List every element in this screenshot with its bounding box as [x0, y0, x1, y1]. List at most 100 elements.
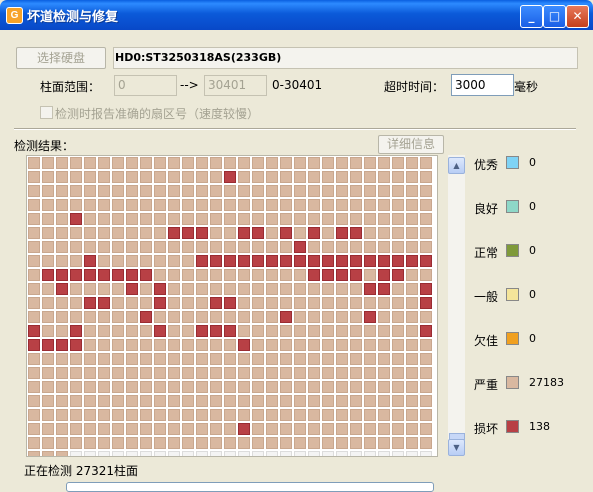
cylinder-cell-severe — [168, 157, 180, 169]
cylinder-cell-severe — [98, 311, 110, 323]
cylinder-cell-severe — [224, 185, 236, 197]
cylinder-from-input[interactable]: 0 — [114, 75, 177, 96]
cylinder-cell-severe — [154, 423, 166, 435]
cylinder-cell-severe — [266, 311, 278, 323]
cylinder-cell-pending — [280, 451, 292, 456]
cylinder-cell-bad — [70, 269, 82, 281]
timeout-label: 超时时间： — [384, 80, 445, 94]
cylinder-cell-bad — [196, 325, 208, 337]
cylinder-cell-pending — [154, 451, 166, 456]
cylinder-cell-severe — [112, 437, 124, 449]
scroll-down-button[interactable]: ▼ — [448, 439, 465, 456]
legend-swatch — [506, 376, 519, 389]
cylinder-cell-severe — [154, 409, 166, 421]
cylinder-cell-severe — [28, 199, 40, 211]
maximize-button[interactable]: □ — [543, 5, 566, 28]
cylinder-cell-severe — [392, 367, 404, 379]
cylinder-cell-severe — [378, 353, 390, 365]
cylinder-cell-severe — [182, 381, 194, 393]
cylinder-cell-severe — [266, 381, 278, 393]
cylinder-cell-severe — [42, 423, 54, 435]
cylinder-cell-severe — [224, 367, 236, 379]
cylinder-cell-severe — [266, 213, 278, 225]
cylinder-cell-severe — [70, 227, 82, 239]
cylinder-cell-severe — [252, 381, 264, 393]
cylinder-cell-severe — [294, 339, 306, 351]
legend-count: 0 — [529, 244, 536, 257]
legend-count: 0 — [529, 288, 536, 301]
cylinder-cell-severe — [406, 367, 418, 379]
cylinder-cell-severe — [364, 339, 376, 351]
cylinder-cell-severe — [70, 353, 82, 365]
cylinder-cell-severe — [182, 423, 194, 435]
divider — [14, 128, 576, 130]
cylinder-cell-severe — [364, 185, 376, 197]
cylinder-cell-severe — [196, 353, 208, 365]
cylinder-cell-severe — [56, 325, 68, 337]
cylinder-cell-pending — [336, 451, 348, 456]
cylinder-cell-severe — [252, 353, 264, 365]
cylinder-cell-severe — [224, 423, 236, 435]
cylinder-cell-severe — [42, 157, 54, 169]
cylinder-cell-severe — [336, 395, 348, 407]
select-disk-button[interactable]: 选择硬盘 — [16, 47, 106, 69]
cylinder-cell-severe — [266, 269, 278, 281]
cylinder-cell-severe — [98, 409, 110, 421]
cylinder-cell-bad — [140, 311, 152, 323]
cylinder-cell-severe — [154, 185, 166, 197]
cylinder-cell-bad — [224, 255, 236, 267]
cylinder-cell-severe — [210, 423, 222, 435]
scroll-up-button[interactable]: ▲ — [448, 157, 465, 174]
cylinder-cell-severe — [378, 213, 390, 225]
cylinder-cell-severe — [294, 171, 306, 183]
cylinder-cell-severe — [84, 395, 96, 407]
cylinder-cell-severe — [294, 437, 306, 449]
cylinder-cell-severe — [112, 339, 124, 351]
cylinder-cell-severe — [392, 339, 404, 351]
cylinder-cell-severe — [280, 339, 292, 351]
cylinder-cell-severe — [196, 395, 208, 407]
cylinder-cell-severe — [392, 157, 404, 169]
cylinder-cell-severe — [280, 241, 292, 253]
progress-bar — [66, 482, 434, 492]
cylinder-cell-severe — [336, 297, 348, 309]
cylinder-cell-severe — [182, 339, 194, 351]
cylinder-cell-severe — [294, 395, 306, 407]
cylinder-cell-severe — [224, 283, 236, 295]
grid-scrollbar[interactable]: ▲ ▼ — [448, 155, 465, 456]
cylinder-cell-bad — [350, 269, 362, 281]
cylinder-cell-severe — [392, 395, 404, 407]
cylinder-cell-severe — [308, 199, 320, 211]
detail-info-button[interactable]: 详细信息 — [378, 135, 444, 154]
cylinder-to-input[interactable]: 30401 — [204, 75, 267, 96]
cylinder-cell-severe — [98, 381, 110, 393]
cylinder-cell-severe — [406, 311, 418, 323]
report-sector-checkbox[interactable] — [40, 106, 53, 119]
cylinder-cell-severe — [238, 381, 250, 393]
timeout-input[interactable]: 3000 — [451, 74, 514, 96]
cylinder-cell-severe — [112, 185, 124, 197]
cylinder-cell-severe — [98, 241, 110, 253]
cylinder-cell-bad — [210, 255, 222, 267]
cylinder-cell-severe — [238, 437, 250, 449]
cylinder-cell-severe — [280, 353, 292, 365]
close-button[interactable]: ✕ — [566, 5, 589, 28]
cylinder-cell-severe — [238, 213, 250, 225]
cylinder-cell-severe — [350, 395, 362, 407]
cylinder-cell-severe — [266, 409, 278, 421]
cylinder-cell-severe — [42, 353, 54, 365]
cylinder-cell-severe — [406, 185, 418, 197]
minimize-button[interactable]: _ — [520, 5, 543, 28]
legend-swatch — [506, 332, 519, 345]
cylinder-cell-severe — [210, 353, 222, 365]
cylinder-cell-severe — [84, 311, 96, 323]
cylinder-cell-severe — [378, 437, 390, 449]
cylinder-cell-severe — [238, 283, 250, 295]
cylinder-cell-severe — [98, 227, 110, 239]
cylinder-cell-severe — [280, 213, 292, 225]
cylinder-cell-severe — [98, 367, 110, 379]
timeout-unit: 毫秒 — [514, 80, 539, 94]
cylinder-cell-severe — [294, 283, 306, 295]
cylinder-cell-severe — [140, 227, 152, 239]
cylinder-cell-severe — [392, 297, 404, 309]
